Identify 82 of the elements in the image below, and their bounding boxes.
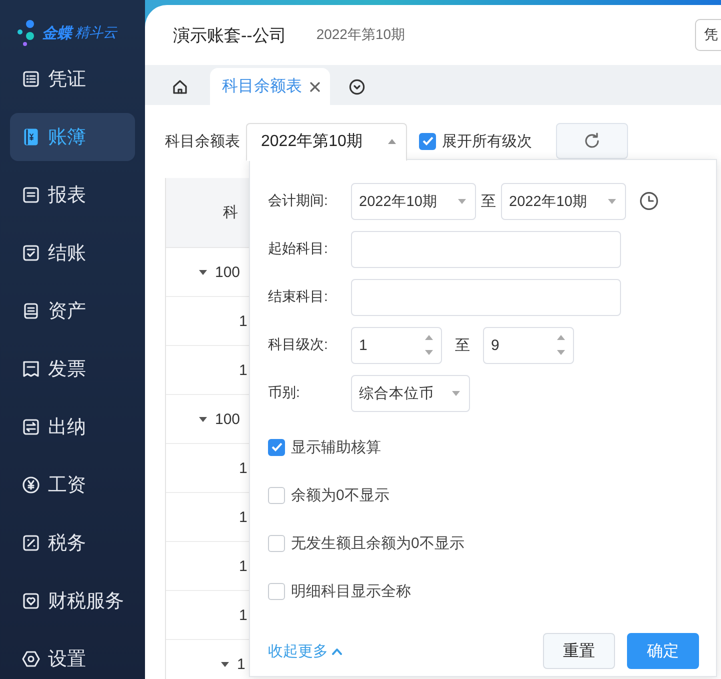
- range-separator: 至: [455, 336, 470, 354]
- account-code: 1: [239, 558, 248, 574]
- account-code: 100: [215, 264, 240, 280]
- account-code: 100: [215, 410, 240, 428]
- exchange-icon: [22, 418, 40, 436]
- input-field[interactable]: [351, 278, 621, 316]
- field-label: 币别:: [268, 384, 301, 402]
- range-separator: 至: [481, 192, 496, 210]
- period-dropdown[interactable]: 2022年第10期: [246, 122, 407, 160]
- account-code: 1: [239, 606, 248, 624]
- spin-arrows-icon: [425, 335, 433, 355]
- home-icon: [172, 78, 188, 94]
- checkbox[interactable]: [268, 486, 285, 504]
- reset-button[interactable]: 重置: [543, 633, 615, 669]
- field-label: 结束科目:: [268, 288, 329, 306]
- brand-name: 金蝶: [42, 24, 72, 42]
- period-select[interactable]: 2022年10期: [351, 182, 476, 220]
- checkbox-label: 余额为0不显示: [291, 486, 390, 504]
- current-period: 2022年第10期: [316, 26, 406, 44]
- checkbox[interactable]: [268, 438, 285, 456]
- expanded-caret-icon[interactable]: [199, 415, 207, 423]
- sidebar-item[interactable]: 设置: [10, 635, 135, 679]
- expanded-caret-icon[interactable]: [199, 268, 207, 276]
- caret-down-icon: [452, 390, 460, 396]
- sidebar-item[interactable]: 凭证: [10, 55, 135, 103]
- number-spinner[interactable]: 1: [351, 326, 442, 364]
- caret-up-icon: [388, 139, 396, 144]
- checkbox[interactable]: [268, 534, 285, 552]
- sidebar-item[interactable]: 资产: [10, 287, 135, 335]
- sidebar-item[interactable]: 工资: [10, 461, 135, 509]
- checkbox-label: 展开所有级次: [442, 132, 532, 150]
- chevron-circle-icon: [349, 78, 365, 94]
- list-icon: [22, 70, 40, 88]
- checkbox-label: 明细科目显示全称: [291, 582, 411, 600]
- currency-select[interactable]: 综合本位币: [351, 374, 470, 412]
- sidebar-item[interactable]: 账簿: [10, 113, 135, 161]
- expanded-caret-icon[interactable]: [221, 660, 229, 668]
- number-spinner[interactable]: 9: [483, 326, 574, 364]
- field-label: 科目级次:: [268, 336, 329, 354]
- spin-arrows-icon: [557, 335, 565, 355]
- account-code: 1: [239, 312, 248, 330]
- sidebar-item[interactable]: 报表: [10, 171, 135, 219]
- voucher-button[interactable]: 凭: [695, 19, 721, 51]
- caret-down-icon: [458, 198, 466, 204]
- tab-label: 科目余额表: [222, 76, 302, 97]
- checkbox-label: 显示辅助核算: [291, 438, 381, 456]
- chevron-up-icon: [332, 648, 342, 654]
- document-icon: [22, 302, 40, 320]
- sidebar-item[interactable]: 出纳: [10, 403, 135, 451]
- check-icon: [422, 136, 434, 146]
- clock-icon: [639, 191, 659, 211]
- product-name: 精斗云: [75, 24, 117, 42]
- account-code: 1: [239, 508, 248, 526]
- report-title: 科目余额表: [165, 132, 240, 150]
- account-code: 1: [239, 460, 248, 476]
- settings-icon: [22, 650, 40, 668]
- input-field[interactable]: [351, 230, 621, 268]
- field-label: 会计期间:: [268, 192, 329, 210]
- sidebar-item[interactable]: 税务: [10, 519, 135, 567]
- close-icon: [310, 82, 320, 92]
- check-icon: [270, 442, 282, 452]
- period-select[interactable]: 2022年10期: [501, 182, 626, 220]
- column-header: 科: [223, 203, 238, 222]
- account-code: 1: [239, 362, 248, 378]
- account-code: 1: [237, 656, 246, 672]
- receipt-icon: [22, 360, 40, 378]
- percent-icon: [22, 534, 40, 552]
- yen-circle-icon: [22, 476, 40, 494]
- checklist-icon: [22, 244, 40, 262]
- checkbox[interactable]: [419, 132, 436, 150]
- sidebar-item[interactable]: 财税服务: [10, 577, 135, 625]
- sidebar-item[interactable]: 结账: [10, 229, 135, 277]
- refresh-button[interactable]: [556, 123, 628, 159]
- checkbox-label: 无发生额且余额为0不显示: [291, 534, 464, 552]
- checkbox[interactable]: [268, 582, 285, 600]
- refresh-icon: [582, 131, 602, 151]
- sidebar-item[interactable]: 发票: [10, 345, 135, 393]
- document-icon: [22, 186, 40, 204]
- book-icon: [22, 128, 40, 146]
- caret-down-icon: [608, 198, 616, 204]
- account-name: 演示账套--公司: [173, 24, 286, 46]
- field-label: 起始科目:: [268, 240, 329, 258]
